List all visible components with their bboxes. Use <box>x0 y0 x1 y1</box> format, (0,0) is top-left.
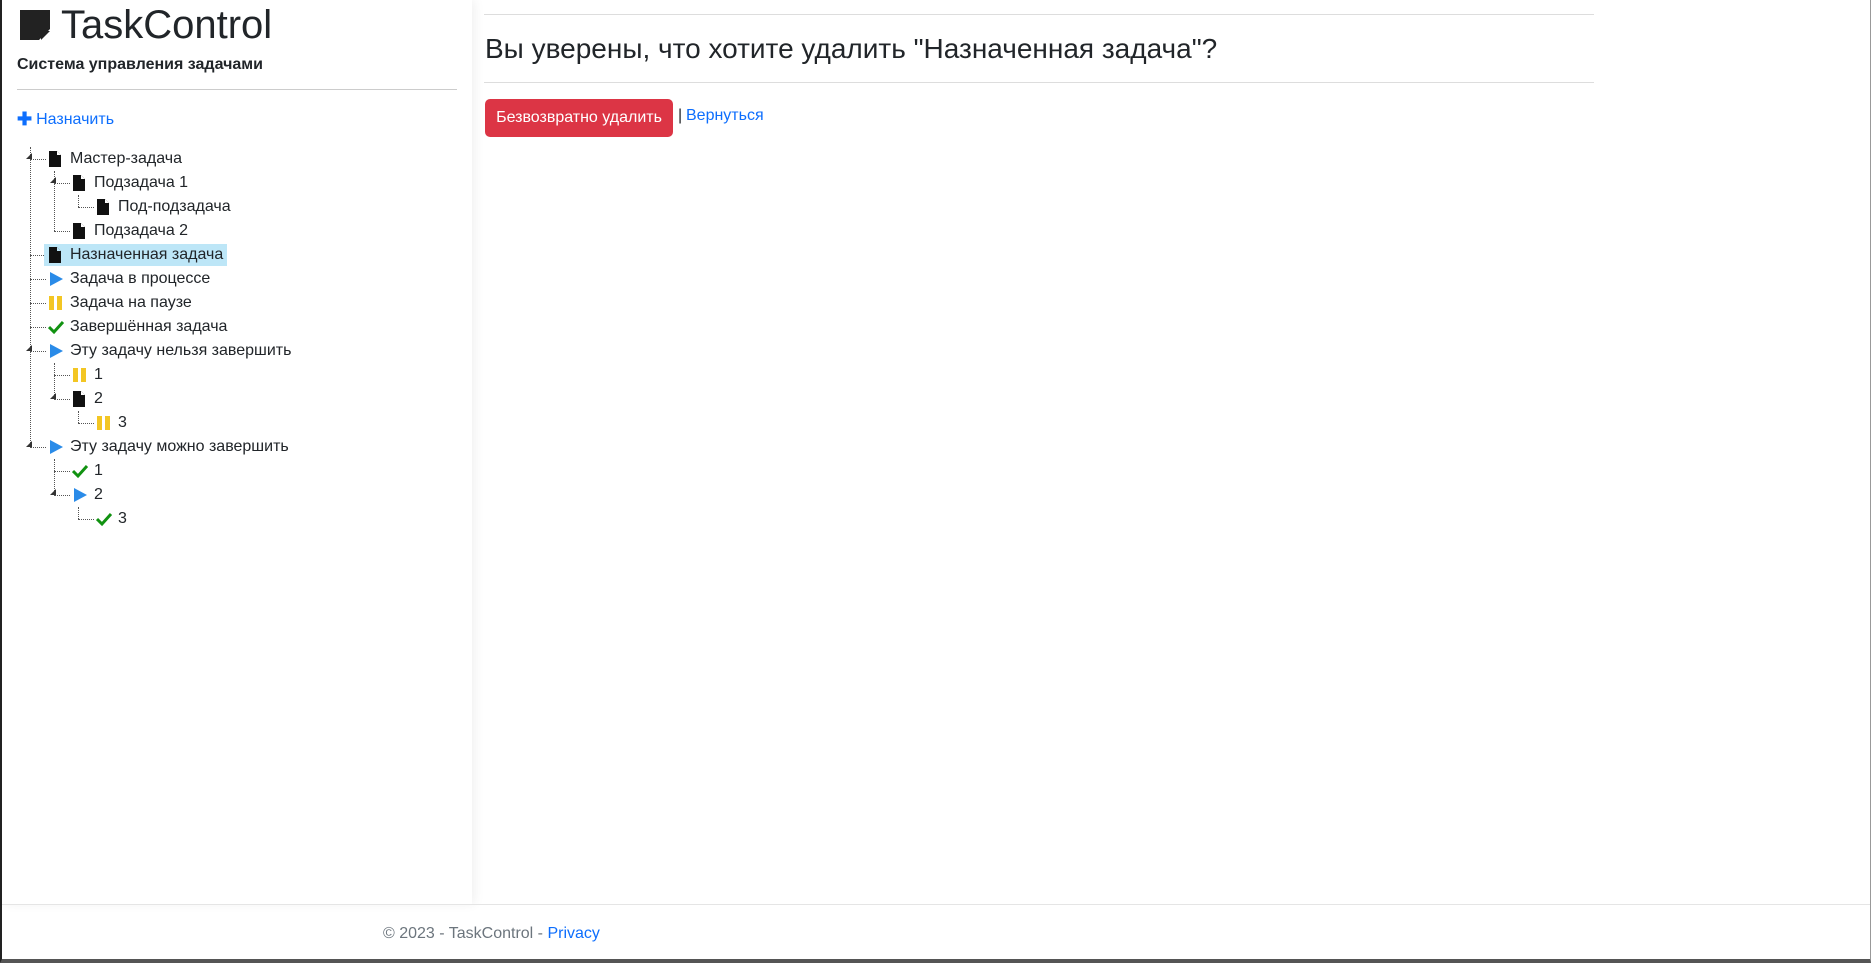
plus-icon: ✚ <box>17 109 33 129</box>
play-icon <box>72 487 88 503</box>
tree-connector <box>30 159 46 160</box>
page-title: Вы уверены, что хотите удалить "Назначен… <box>485 33 1218 64</box>
tree-connector <box>54 183 70 184</box>
tree-connector <box>54 231 70 232</box>
tree-node-can[interactable]: Эту задачу можно завершить <box>48 436 289 458</box>
tree-connector <box>54 495 70 496</box>
expand-toggle[interactable] <box>50 177 56 183</box>
tree-node-done[interactable]: Завершённая задача <box>47 316 227 338</box>
document-icon <box>72 175 88 191</box>
brand-title: TaskControl <box>61 3 273 47</box>
tree-node-cannot[interactable]: Эту задачу нельзя завершить <box>48 340 291 362</box>
check-icon <box>71 463 89 479</box>
tree-node-sub2[interactable]: Подзадача 2 <box>72 220 188 242</box>
tree-connector <box>54 471 70 472</box>
sidebar: TaskControl Система управления задачами … <box>2 0 472 904</box>
note-icon <box>17 7 53 43</box>
tree-connector <box>30 327 46 328</box>
assign-link[interactable]: ✚ Назначить <box>17 109 114 130</box>
tree-node-master[interactable]: Мастер-задача <box>48 148 182 170</box>
tree-connector <box>54 375 70 376</box>
play-icon <box>48 271 64 287</box>
tree-node-can-2[interactable]: 2 <box>72 484 103 506</box>
privacy-link[interactable]: Privacy <box>547 925 599 942</box>
tree-connector <box>78 507 79 519</box>
footer: © 2023 - TaskControl - Privacy <box>383 925 600 943</box>
tree-node-sub1[interactable]: Подзадача 1 <box>72 172 188 194</box>
tree-connector <box>78 519 94 520</box>
tree-connector <box>78 207 94 208</box>
main-divider-top <box>484 14 1594 15</box>
check-icon <box>47 319 65 335</box>
brand[interactable]: TaskControl <box>17 3 272 47</box>
pause-icon <box>96 415 112 431</box>
tree-connector <box>78 195 79 207</box>
pause-icon <box>48 295 64 311</box>
tree-node-cannot-2[interactable]: 2 <box>72 388 103 410</box>
expand-toggle[interactable] <box>26 345 32 351</box>
document-icon <box>48 247 64 263</box>
main-divider <box>484 82 1594 83</box>
pause-icon <box>72 367 88 383</box>
tree-node-subsub[interactable]: Под-подзадача <box>96 196 231 218</box>
tree-node-inprogress[interactable]: Задача в процессе <box>48 268 210 290</box>
check-icon <box>95 511 113 527</box>
tree-connector <box>78 411 79 423</box>
tree-node-paused[interactable]: Задача на паузе <box>48 292 192 314</box>
tree-node-cannot-1[interactable]: 1 <box>72 364 103 386</box>
document-icon <box>72 223 88 239</box>
tree-connector <box>54 399 70 400</box>
document-icon <box>72 391 88 407</box>
brand-subtitle: Система управления задачами <box>17 56 263 73</box>
sidebar-divider <box>17 89 457 90</box>
expand-toggle[interactable] <box>26 153 32 159</box>
play-icon <box>48 439 64 455</box>
tree-node-assigned[interactable]: Назначенная задача <box>44 244 228 266</box>
footer-copyright: © 2023 - TaskControl - <box>383 925 548 942</box>
tree-connector <box>30 147 31 447</box>
tree-node-cannot-3[interactable]: 3 <box>96 412 127 434</box>
play-icon <box>48 343 64 359</box>
tree-connector <box>30 447 46 448</box>
delete-permanently-button[interactable]: Безвозвратно удалить <box>485 99 673 137</box>
tree-connector <box>30 351 46 352</box>
document-icon <box>96 199 112 215</box>
separator: | <box>678 107 683 124</box>
tree-node-can-1[interactable]: 1 <box>71 460 103 482</box>
expand-toggle[interactable] <box>26 441 32 447</box>
tree-connector <box>30 303 46 304</box>
tree-connector <box>30 279 46 280</box>
back-link[interactable]: Вернуться <box>686 107 764 125</box>
assign-label: Назначить <box>36 110 115 128</box>
document-icon <box>48 151 64 167</box>
tree-node-can-3[interactable]: 3 <box>95 508 127 530</box>
tree-connector <box>78 423 94 424</box>
footer-divider <box>2 904 1870 905</box>
expand-toggle[interactable] <box>50 489 56 495</box>
expand-toggle[interactable] <box>50 393 56 399</box>
